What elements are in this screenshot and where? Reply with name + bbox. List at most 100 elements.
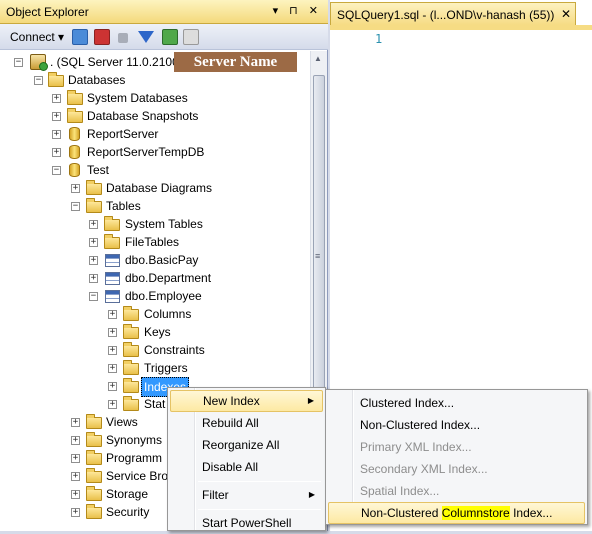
folder-icon [86,432,102,447]
system-databases-label: System Databases [87,91,188,105]
expand-icon[interactable]: + [52,130,61,139]
tree-node-columns[interactable]: + Columns [0,305,300,323]
expand-icon[interactable]: + [71,184,80,193]
new-index-label: New Index [203,394,260,408]
columns-label: Columns [144,307,192,321]
expand-icon[interactable]: + [71,490,80,499]
disconnect-icon[interactable] [94,29,110,45]
object-explorer-details-icon[interactable] [183,29,199,45]
filter-icon[interactable] [138,31,154,43]
tree-node-reportservertempdb[interactable]: + ReportServerTempDB [0,143,300,161]
reportservertempdb-label: ReportServerTempDB [87,145,205,159]
test-label: Test [87,163,110,177]
keys-label: Keys [144,325,171,339]
folder-icon [123,360,139,375]
tree-node-database-snapshots[interactable]: + Database Snapshots [0,107,300,125]
scrollbar-grip-icon: ≡ [315,251,321,261]
system-tables-label: System Tables [125,217,203,231]
tab-sqlquery1[interactable]: SQLQuery1.sql - (l...OND\v-hanash (55)) … [330,2,576,25]
tree-node-test[interactable]: − Test [0,161,300,179]
constraints-label: Constraints [144,343,205,357]
menu-item-clustered-index[interactable]: Clustered Index... [328,392,585,414]
table-icon [105,272,120,285]
connect-object-explorer-icon[interactable] [72,29,88,45]
pane-window-buttons[interactable]: ▾ ⊓ ✕ [273,4,322,17]
database-snapshots-label: Database Snapshots [87,109,199,123]
tree-node-system-tables[interactable]: + System Tables [0,215,300,233]
connect-button[interactable]: Connect ▾ [10,30,64,44]
close-tab-icon[interactable]: ✕ [561,7,571,21]
stop-icon[interactable] [118,33,128,43]
tree-node-constraints[interactable]: + Constraints [0,341,300,359]
expand-icon[interactable]: + [52,112,61,121]
menu-item-non-clustered-index[interactable]: Non-Clustered Index... [328,414,585,436]
expand-icon[interactable]: + [108,328,117,337]
collapse-icon[interactable]: − [14,58,23,67]
query-tab-title: SQLQuery1.sql - (l...OND\v-hanash (55)) [337,8,555,22]
expand-icon[interactable]: + [108,346,117,355]
expand-icon[interactable]: + [71,472,80,481]
collapse-icon[interactable]: − [52,166,61,175]
expand-icon[interactable]: + [108,364,117,373]
indexes-context-menu: New Index ▶ Rebuild All Reorganize All D… [167,387,326,531]
expand-icon[interactable]: + [108,310,117,319]
expand-icon[interactable]: + [71,418,80,427]
expand-icon[interactable]: + [89,220,98,229]
tree-node-database-diagrams[interactable]: + Database Diagrams [0,179,300,197]
menu-item-reorganize-all[interactable]: Reorganize All [170,434,323,456]
tree-node-triggers[interactable]: + Triggers [0,359,300,377]
menu-item-rebuild-all[interactable]: Rebuild All [170,412,323,434]
folder-icon [123,306,139,321]
ncci-label-highlight: Columnstore [441,506,510,520]
ncci-label-prefix: Non-Clustered [361,506,442,520]
menu-separator [198,509,321,510]
tree-node-keys[interactable]: + Keys [0,323,300,341]
scrollbar-thumb[interactable]: ≡ [313,75,325,435]
expand-icon[interactable]: + [71,436,80,445]
expand-icon[interactable]: + [71,454,80,463]
expand-icon[interactable]: + [89,274,98,283]
tree-node-filetables[interactable]: + FileTables [0,233,300,251]
tree-node-databases[interactable]: − Databases [0,71,300,89]
expand-icon[interactable]: + [89,256,98,265]
folder-icon [123,396,139,411]
tree-node-dbo-basicpay[interactable]: + dbo.BasicPay [0,251,300,269]
reportserver-label: ReportServer [87,127,159,141]
collapse-icon[interactable]: − [71,202,80,211]
collapse-icon[interactable]: − [34,76,43,85]
expand-icon[interactable]: + [71,508,80,517]
expand-icon[interactable]: + [89,238,98,247]
expand-icon[interactable]: + [108,382,117,391]
expand-icon[interactable]: + [52,94,61,103]
scroll-up-arrow-icon[interactable]: ▲ [314,54,322,63]
menu-item-non-clustered-columnstore-index[interactable]: Non-Clustered Columnstore Index... [328,502,585,524]
folder-icon [67,108,83,123]
menu-item-filter[interactable]: Filter ▶ [170,484,323,506]
dbo-department-label: dbo.Department [125,271,212,285]
clustered-index-label: Clustered Index... [360,396,455,410]
menu-item-primary-xml-index[interactable]: Primary XML Index... [328,436,585,458]
menu-item-disable-all[interactable]: Disable All [170,456,323,478]
folder-icon [48,72,64,87]
folder-icon [86,198,102,213]
tree-node-reportserver[interactable]: + ReportServer [0,125,300,143]
tree-node-dbo-department[interactable]: + dbo.Department [0,269,300,287]
database-icon [69,163,80,177]
refresh-icon[interactable] [162,29,178,45]
server-name-annotation: Server Name [174,52,297,72]
tables-label: Tables [106,199,141,213]
views-label: Views [106,415,138,429]
expand-icon[interactable]: + [52,148,61,157]
server-icon [30,54,48,71]
expand-icon[interactable]: + [108,400,117,409]
menu-item-secondary-xml-index[interactable]: Secondary XML Index... [328,458,585,480]
folder-icon [86,414,102,429]
tree-node-system-databases[interactable]: + System Databases [0,89,300,107]
collapse-icon[interactable]: − [89,292,98,301]
submenu-arrow-icon: ▶ [308,490,315,499]
tree-node-tables[interactable]: − Tables [0,197,300,215]
menu-item-new-index[interactable]: New Index ▶ [170,390,323,412]
tree-node-dbo-employee[interactable]: − dbo.Employee [0,287,300,305]
database-icon [69,127,80,141]
menu-item-spatial-index[interactable]: Spatial Index... [328,480,585,502]
